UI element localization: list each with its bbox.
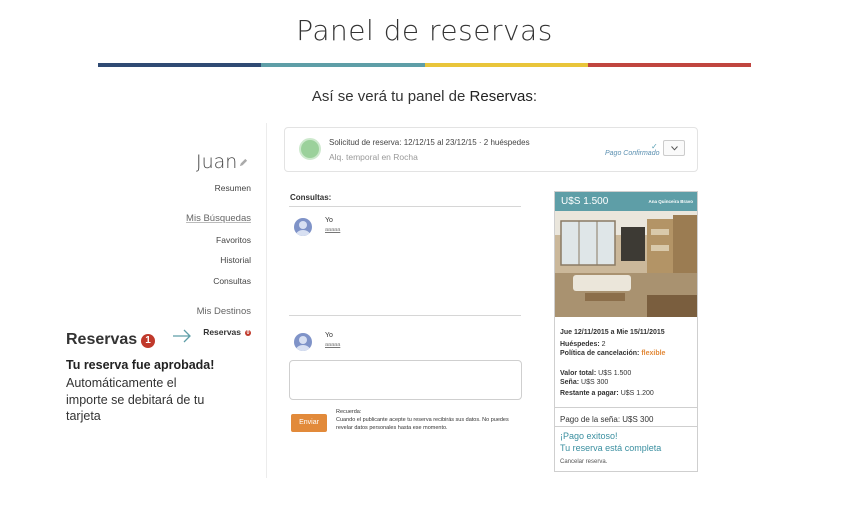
divider (289, 315, 521, 316)
color-divider (98, 63, 751, 67)
sidebar-item-mis-destinos[interactable]: Mis Destinos (197, 306, 251, 317)
intro-suffix: : (532, 88, 538, 105)
deposit-label: Seña: (560, 379, 580, 386)
deposit-value: U$S 300 (581, 379, 609, 386)
property-card: U$S 1.500 Ana Quinceira Bravo Jue 12/11/… (554, 191, 698, 472)
payment-success-title: ¡Pago exitoso! (560, 431, 618, 441)
remaining-value: U$S 1.200 (620, 390, 654, 397)
intro-prefix: Así se verá tu panel de (311, 88, 470, 105)
booking-request: Solicitud de reserva: 12/12/15 al 23/12/… (329, 138, 530, 147)
page-title: Panel de reservas (296, 14, 553, 47)
callout-title: Reservas (66, 331, 138, 348)
sidebar-item-reservas-label: Reservas (203, 327, 241, 337)
cancel-booking-link[interactable]: Cancelar reserva. (560, 459, 607, 465)
total-value: U$S 1.500 (598, 370, 632, 377)
intro-text: Así se verá tu panel de Reservas: (0, 88, 849, 105)
booking-summary-card[interactable]: Solicitud de reserva: 12/12/15 al 23/12/… (284, 127, 698, 172)
chevron-down-icon (671, 146, 678, 151)
arrow-right-icon (173, 329, 191, 343)
divider (555, 426, 697, 427)
color-segment-teal (261, 63, 425, 67)
callout-approved: Tu reserva fue aprobada! (66, 358, 215, 372)
cancel-policy-row: Política de cancelación: flexible (560, 350, 665, 357)
user-name: Juan (196, 151, 238, 173)
reservas-badge: 0 (245, 329, 251, 336)
sidebar-item-reservas[interactable]: Reservas 0 (203, 327, 251, 337)
property-header: U$S 1.500 Ana Quinceira Bravo (555, 192, 697, 211)
remaining-row: Restante a pagar: U$S 1.200 (560, 390, 654, 397)
cancel-policy-value: flexible (641, 350, 666, 357)
reminder-title: Recuerda: (336, 409, 362, 415)
guests-label: Huéspedes: (560, 341, 600, 348)
message-text: aaaaa (325, 227, 341, 233)
message-author: Yo (325, 332, 333, 339)
divider (555, 407, 697, 408)
booking-listing: Alq. temporal en Rocha (329, 152, 418, 162)
sidebar-item-favoritos[interactable]: Favoritos (216, 235, 251, 245)
send-button[interactable]: Enviar (291, 414, 327, 432)
color-segment-yellow (424, 63, 588, 67)
intro-emphasis: Reservas (469, 88, 533, 105)
avatar (294, 218, 312, 236)
total-label: Valor total: (560, 370, 597, 377)
message-input[interactable] (289, 360, 522, 400)
sidebar-divider (266, 123, 267, 478)
guests-row: Huéspedes: 2 (560, 341, 606, 348)
remaining-label: Restante a pagar: (560, 390, 619, 397)
sidebar-item-mis-busquedas[interactable]: Mis Búsquedas (186, 213, 251, 224)
callout-badge: 1 (141, 334, 155, 348)
payment-success-subtitle: Tu reserva está completa (560, 442, 662, 453)
pencil-icon[interactable] (239, 158, 248, 167)
message-text: aaaaa (325, 342, 341, 348)
consultas-title: Consultas: (290, 193, 332, 202)
payment-status: Pago Confirmado (605, 150, 660, 157)
total-row: Valor total: U$S 1.500 (560, 370, 631, 377)
property-photo[interactable] (555, 211, 697, 317)
message-author: Yo (325, 217, 333, 224)
deposit-payment: Pago de la seña: U$S 300 (560, 415, 654, 424)
payment-success: ¡Pago exitoso! Tu reserva está completa (560, 431, 661, 454)
divider (289, 206, 521, 207)
deposit-row: Seña: U$S 300 (560, 379, 608, 386)
sidebar-item-historial[interactable]: Historial (220, 255, 251, 265)
expand-button[interactable] (663, 140, 685, 156)
reminder-text: Cuando el publicante acepte tu reserva r… (336, 417, 509, 431)
cancel-policy-label: Política de cancelación: (560, 350, 640, 357)
property-price: U$S 1.500 (561, 196, 609, 207)
avatar (299, 138, 321, 160)
sidebar-item-consultas[interactable]: Consultas (213, 276, 251, 286)
avatar (294, 333, 312, 351)
color-segment-navy (98, 63, 262, 67)
sidebar-item-resumen[interactable]: Resumen (215, 183, 251, 193)
guests-value: 2 (601, 341, 606, 348)
property-location: Ana Quinceira Bravo (648, 199, 693, 204)
callout-description: Automáticamente el importe se debitará d… (66, 376, 205, 423)
booking-dates: Jue 12/11/2015 a Mie 15/11/2015 (560, 329, 665, 336)
color-segment-red (587, 63, 751, 67)
